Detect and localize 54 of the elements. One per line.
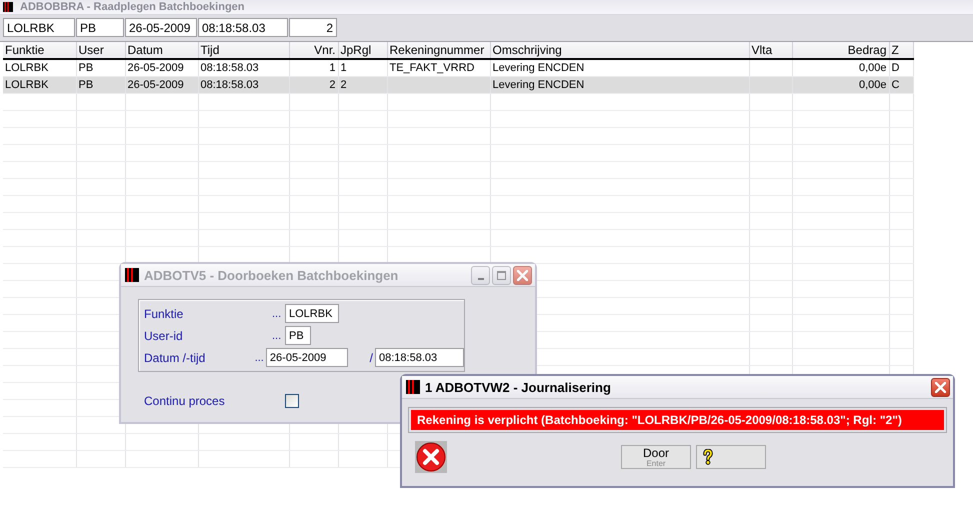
table-cell: C (892, 78, 900, 90)
summary-field: 2 (289, 18, 337, 37)
table-cell: D (892, 62, 900, 74)
window-title: ADBOBBRA - Raadplegen Batchboekingen (20, 0, 245, 14)
table-cell: TE_FAKT_VRRD (390, 62, 474, 74)
column-header[interactable]: Vnr. (289, 42, 338, 59)
column-header[interactable]: Z (889, 42, 913, 59)
table-cell: 1 (329, 62, 336, 74)
table-row[interactable]: LOLRBK PB 26-05-2009 08:18:58.03 1 1 TE_FAKT_VRRD Levering ENCDEN 0,00e D (3, 59, 913, 76)
table-cell: Levering ENCDEN (492, 62, 584, 74)
error-message: Rekening is verplicht (Batchboeking: "LOLRBK/PB/26-05-2009/08:18:58.03"; Rgl: "2") (411, 410, 944, 430)
summary-field: PB (76, 18, 124, 37)
dialog-title: 1 ADBOTVW2 - Journalisering (425, 380, 611, 394)
column-header[interactable]: Datum (125, 42, 198, 59)
dialog-title: ADBOTV5 - Doorboeken Batchboekingen (144, 268, 398, 282)
table-cell: 08:18:58.03 (200, 62, 259, 74)
table-cell: 2 (329, 78, 336, 90)
table-cell: 0,00e (858, 78, 886, 90)
summary-field: LOLRBK (3, 18, 75, 37)
column-header[interactable]: User (76, 42, 125, 59)
field-label: Datum /-tijd (144, 350, 206, 364)
table-cell: LOLRBK (5, 78, 48, 90)
table-cell: 1 (340, 62, 347, 74)
column-header[interactable]: Tijd (198, 42, 289, 59)
error-icon (415, 441, 447, 473)
table-cell: Levering ENCDEN (492, 78, 584, 90)
door-button[interactable]: Door Enter (621, 445, 691, 469)
table-cell: 2 (340, 78, 347, 90)
app-icon (125, 268, 139, 282)
table-cell: 08:18:58.03 (200, 78, 259, 90)
close-button[interactable] (931, 378, 950, 396)
column-header[interactable]: Vlta (749, 42, 792, 59)
table-cell: PB (78, 78, 94, 90)
help-button[interactable] (696, 445, 766, 469)
table-cell: LOLRBK (5, 62, 48, 74)
table-cell: 26-05-2009 (128, 62, 184, 74)
app-icon (406, 380, 420, 394)
separator-label: / (368, 350, 374, 364)
column-header[interactable]: Bedrag (792, 42, 889, 59)
column-header[interactable]: Rekeningnummer (387, 42, 490, 59)
checkbox-label: Continu proces (144, 394, 226, 408)
field-label: User-id (144, 328, 184, 342)
column-header[interactable]: Funktie (3, 42, 76, 59)
field-label: Funktie (144, 306, 184, 320)
help-icon (703, 449, 713, 465)
table-cell: 26-05-2009 (128, 78, 184, 90)
summary-field: 08:18:58.03 (198, 18, 288, 37)
column-header[interactable]: Omschrijving (490, 42, 749, 59)
table-cell: 0,00e (858, 62, 886, 74)
table-row[interactable]: LOLRBK PB 26-05-2009 08:18:58.03 2 2 Levering ENCDEN 0,00e C (3, 76, 913, 93)
table-cell: PB (78, 62, 94, 74)
summary-field: 26-05-2009 (125, 18, 197, 37)
app-icon (2, 2, 14, 12)
column-header[interactable]: JpRgl (338, 42, 387, 59)
